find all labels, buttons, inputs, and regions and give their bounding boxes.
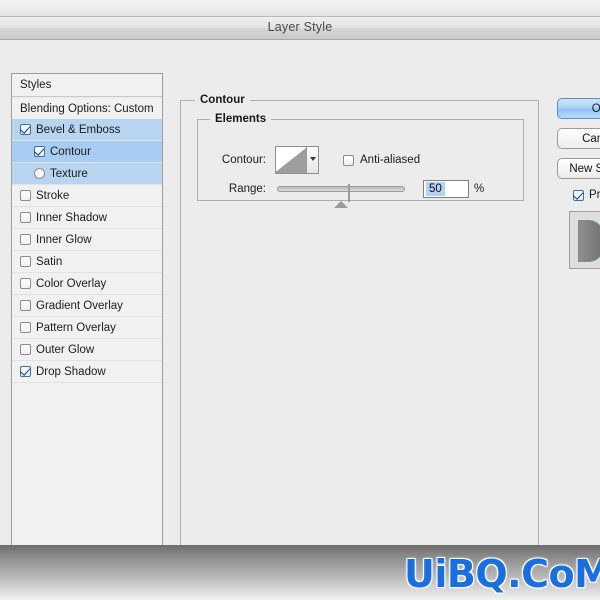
- contour-group-box: Contour Elements Contour: Anti-aliased R…: [180, 94, 539, 578]
- watermark: UiBQ.CoM: [404, 552, 600, 596]
- preview-label: Preview: [589, 189, 600, 201]
- checkbox-pattern-overlay[interactable]: [20, 322, 31, 333]
- sidebar-item-drop-shadow[interactable]: Drop Shadow: [12, 361, 162, 383]
- effects-list: Bevel & Emboss Contour Texture Stroke In…: [12, 119, 162, 577]
- contour-group-title: Contour: [195, 94, 250, 106]
- sidebar-item-label: Inner Glow: [36, 233, 92, 246]
- checkbox-inner-glow[interactable]: [20, 234, 31, 245]
- checkbox-anti-aliased[interactable]: [343, 154, 354, 166]
- sidebar-item-label: Texture: [50, 167, 88, 180]
- sidebar-item-contour[interactable]: Contour: [12, 141, 162, 163]
- cancel-button[interactable]: Cancel: [557, 128, 600, 149]
- sidebar-item-stroke[interactable]: Stroke: [12, 185, 162, 207]
- elements-group-box: Elements Contour: Anti-aliased Range: 50…: [197, 113, 524, 208]
- sidebar-item-label: Stroke: [36, 189, 70, 202]
- sidebar-item-label: Inner Shadow: [36, 211, 107, 224]
- chevron-down-icon[interactable]: [306, 147, 318, 173]
- checkbox-stroke[interactable]: [20, 190, 31, 201]
- checkbox-drop-shadow[interactable]: [20, 366, 31, 377]
- sidebar-item-pattern-overlay[interactable]: Pattern Overlay: [12, 317, 162, 339]
- range-slider[interactable]: [277, 182, 405, 208]
- dialog-button-column: OK Cancel New Style... Preview: [557, 98, 600, 269]
- styles-panel: Styles Blending Options: Custom Bevel & …: [11, 73, 163, 578]
- sidebar-item-inner-shadow[interactable]: Inner Shadow: [12, 207, 162, 229]
- checkbox-bevel-and-emboss[interactable]: [20, 124, 31, 135]
- slider-thumb-body: [348, 184, 350, 202]
- sidebar-item-inner-glow[interactable]: Inner Glow: [12, 229, 162, 251]
- elements-group-title: Elements: [210, 113, 272, 125]
- preview-option[interactable]: Preview: [573, 189, 600, 201]
- anti-aliased-option[interactable]: Anti-aliased: [343, 154, 420, 166]
- screenshot-root: Layer Style Styles Blending Options: Cus…: [0, 0, 600, 600]
- contour-field-label: Contour:: [221, 154, 266, 166]
- contour-preset-swatch[interactable]: [275, 146, 319, 174]
- range-slider-thumb[interactable]: [334, 184, 350, 208]
- sidebar-item-label: Color Overlay: [36, 277, 107, 290]
- sidebar-item-color-overlay[interactable]: Color Overlay: [12, 273, 162, 295]
- range-unit-label: %: [474, 183, 485, 195]
- checkbox-texture[interactable]: [34, 168, 45, 179]
- sidebar-item-texture[interactable]: Texture: [12, 163, 162, 185]
- checkbox-gradient-overlay[interactable]: [20, 300, 31, 311]
- checkbox-preview[interactable]: [573, 189, 584, 201]
- sidebar-item-label: Satin: [36, 255, 63, 268]
- range-input-value: 50: [426, 182, 445, 196]
- styles-panel-header: Styles: [12, 74, 162, 97]
- dialog-body: Styles Blending Options: Custom Bevel & …: [0, 40, 600, 578]
- anti-aliased-label: Anti-aliased: [360, 154, 421, 166]
- range-field-label: Range:: [228, 183, 266, 195]
- ok-button[interactable]: OK: [557, 98, 600, 119]
- checkbox-inner-shadow[interactable]: [20, 212, 31, 223]
- range-input[interactable]: 50: [423, 180, 469, 198]
- sidebar-item-label: Bevel & Emboss: [36, 123, 121, 136]
- desktop-background-top: [0, 0, 600, 16]
- style-preview-thumbnail: [569, 211, 600, 269]
- sidebar-item-gradient-overlay[interactable]: Gradient Overlay: [12, 295, 162, 317]
- new-style-button[interactable]: New Style...: [557, 158, 600, 179]
- slider-thumb-triangle: [334, 184, 348, 208]
- sidebar-item-outer-glow[interactable]: Outer Glow: [12, 339, 162, 361]
- dialog-title: Layer Style: [267, 20, 333, 34]
- sidebar-item-label: Gradient Overlay: [36, 299, 123, 312]
- checkbox-color-overlay[interactable]: [20, 278, 31, 289]
- sidebar-item-satin[interactable]: Satin: [12, 251, 162, 273]
- checkbox-outer-glow[interactable]: [20, 344, 31, 355]
- blending-options-row[interactable]: Blending Options: Custom: [12, 97, 162, 121]
- sidebar-item-label: Drop Shadow: [36, 365, 106, 378]
- sidebar-item-bevel-and-emboss[interactable]: Bevel & Emboss: [12, 119, 162, 141]
- layer-style-dialog: Layer Style Styles Blending Options: Cus…: [0, 16, 600, 578]
- sidebar-item-label: Contour: [50, 145, 91, 158]
- sidebar-item-label: Pattern Overlay: [36, 321, 116, 334]
- sidebar-item-label: Outer Glow: [36, 343, 95, 356]
- contour-ramp-icon: [276, 147, 309, 173]
- checkbox-contour[interactable]: [34, 146, 45, 157]
- dialog-titlebar[interactable]: Layer Style: [0, 17, 600, 40]
- checkbox-satin[interactable]: [20, 256, 31, 267]
- preview-shape-icon: [578, 220, 600, 262]
